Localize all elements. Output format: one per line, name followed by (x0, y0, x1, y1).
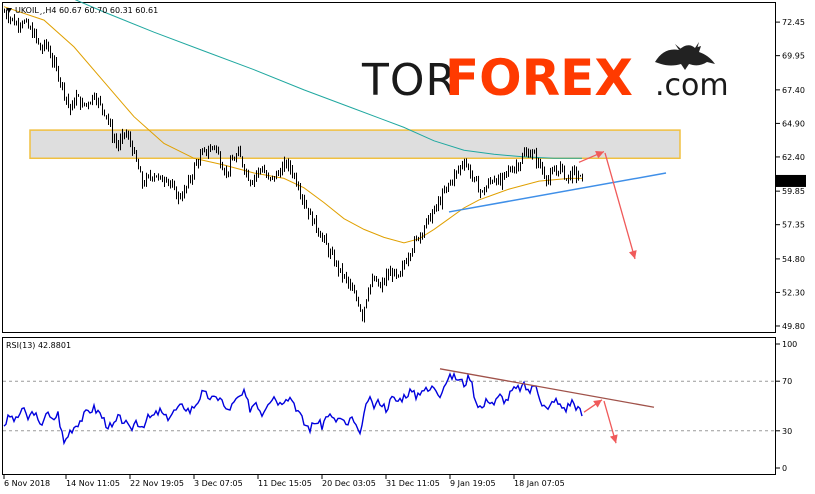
rsi-tick-label: 70 (782, 377, 792, 386)
time-tick-label: 6 Nov 2018 (4, 479, 50, 488)
time-tick-label: 14 Nov 11:05 (66, 479, 120, 488)
logo-text-com: .com (655, 68, 729, 103)
time-tick-label: 9 Jan 19:05 (450, 479, 496, 488)
instrument-header: UKOIL¸,H4 60.67 60.70 60.31 60.61 (15, 6, 158, 15)
rsi-tick-label: 100 (782, 340, 797, 349)
logo-text-forex: FOREX (445, 49, 633, 107)
price-tick-label: 69.95 (782, 52, 805, 61)
chart-canvas[interactable]: 60.61 72.45 69.95 67.40 64.90 62.40 59.85 57.3… (0, 0, 815, 494)
time-tick-label: 11 Dec 15:05 (258, 479, 312, 488)
price-tick-label: 52.30 (782, 288, 805, 297)
price-tick-label: 54.80 (782, 255, 805, 264)
time-tick-label: 3 Dec 07:05 (194, 479, 243, 488)
price-tick-label: 67.40 (782, 86, 805, 95)
time-tick-label: 22 Nov 19:05 (130, 479, 184, 488)
price-tick-label: 59.85 (782, 187, 805, 196)
time-tick-label: 20 Dec 03:05 (322, 479, 376, 488)
price-tick-label: 64.90 (782, 119, 805, 128)
logo-text-tor: TOR (361, 55, 457, 106)
price-panel[interactable] (2, 2, 776, 333)
current-price-label: 60.61 (779, 177, 802, 186)
price-tick-label: 62.40 (782, 153, 805, 162)
resistance-zone (29, 129, 681, 160)
time-tick-label: 31 Dec 11:05 (386, 479, 440, 488)
price-tick-label: 72.45 (782, 18, 805, 27)
rsi-tick-label: 0 (782, 464, 787, 473)
time-tick-label: 18 Jan 07:05 (514, 479, 565, 488)
rsi-tick-label: 30 (782, 427, 792, 436)
price-tick-label: 49.80 (782, 322, 805, 331)
price-tick-label: 57.35 (782, 221, 805, 230)
chart-window[interactable]: 60.61 72.45 69.95 67.40 64.90 62.40 59.85 57.3… (0, 0, 815, 494)
rsi-header: RSI(13) 42.8801 (6, 341, 71, 350)
